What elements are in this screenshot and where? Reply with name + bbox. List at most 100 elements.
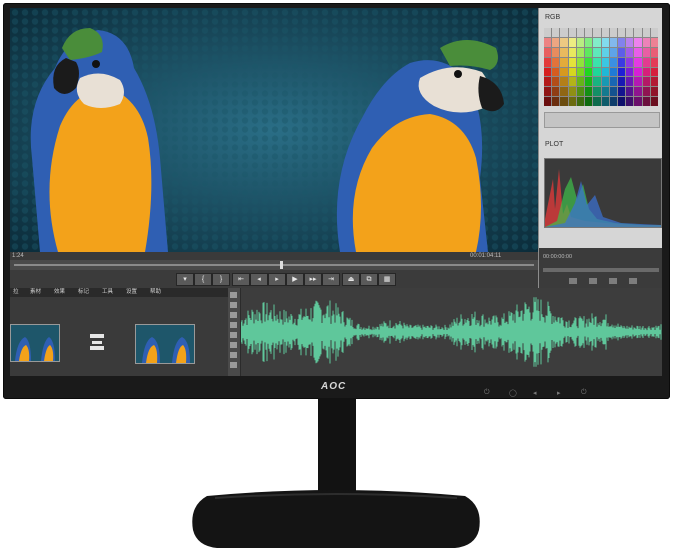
color-swatch[interactable] bbox=[634, 47, 642, 57]
scrub-track[interactable] bbox=[14, 264, 534, 266]
color-swatch[interactable] bbox=[617, 28, 626, 37]
color-swatch[interactable] bbox=[650, 77, 658, 87]
color-swatch[interactable] bbox=[650, 28, 658, 37]
playhead-handle[interactable] bbox=[280, 261, 283, 269]
color-swatch[interactable] bbox=[626, 67, 634, 77]
clip-thumbnail-2[interactable] bbox=[135, 324, 195, 364]
razor-tool-icon[interactable] bbox=[230, 302, 237, 308]
color-swatch[interactable] bbox=[593, 87, 601, 97]
color-swatch[interactable] bbox=[568, 57, 576, 67]
color-swatch[interactable] bbox=[601, 47, 609, 57]
color-swatch[interactable] bbox=[593, 57, 601, 67]
color-swatch[interactable] bbox=[626, 47, 634, 57]
color-swatch[interactable] bbox=[593, 47, 601, 57]
color-swatch[interactable] bbox=[560, 97, 568, 106]
color-swatch[interactable] bbox=[601, 28, 609, 37]
color-swatch[interactable] bbox=[544, 47, 552, 57]
color-swatch[interactable] bbox=[560, 67, 568, 77]
color-swatch[interactable] bbox=[552, 37, 560, 47]
color-swatch[interactable] bbox=[642, 57, 650, 67]
color-swatch[interactable] bbox=[609, 57, 617, 67]
color-swatch[interactable] bbox=[585, 47, 593, 57]
color-swatch[interactable] bbox=[560, 77, 568, 87]
color-swatch[interactable] bbox=[585, 87, 593, 97]
color-swatch[interactable] bbox=[576, 37, 585, 47]
color-swatch[interactable] bbox=[650, 67, 658, 77]
side-next-button[interactable] bbox=[609, 278, 617, 284]
color-swatch[interactable] bbox=[617, 67, 626, 77]
pen-tool-icon[interactable] bbox=[230, 332, 237, 338]
color-swatch[interactable] bbox=[626, 97, 634, 106]
color-swatch[interactable] bbox=[568, 28, 576, 37]
color-swatch[interactable] bbox=[642, 37, 650, 47]
toolbar-button-10[interactable]: ⏏ bbox=[342, 273, 360, 286]
menu-item-2[interactable]: 素材 bbox=[30, 288, 41, 297]
toolbar-button-1[interactable]: ▾ bbox=[176, 273, 194, 286]
color-swatch[interactable] bbox=[544, 97, 552, 106]
color-swatch[interactable] bbox=[617, 77, 626, 87]
color-swatch-grid[interactable] bbox=[544, 28, 658, 106]
color-swatch[interactable] bbox=[650, 97, 658, 106]
color-swatch[interactable] bbox=[601, 57, 609, 67]
side-end-button[interactable] bbox=[629, 278, 637, 284]
color-swatch[interactable] bbox=[642, 28, 650, 37]
color-swatch[interactable] bbox=[634, 57, 642, 67]
color-swatch[interactable] bbox=[576, 67, 585, 77]
color-swatch[interactable] bbox=[585, 28, 593, 37]
menu-item-1[interactable]: 拉 bbox=[13, 288, 19, 297]
color-swatch[interactable] bbox=[552, 77, 560, 87]
toolbar-button-9[interactable]: ⇥ bbox=[322, 273, 340, 286]
power-button-icon[interactable]: ⏻ bbox=[581, 389, 587, 397]
color-swatch[interactable] bbox=[626, 77, 634, 87]
side-prev-button[interactable] bbox=[569, 278, 577, 284]
color-swatch[interactable] bbox=[568, 97, 576, 106]
color-swatch[interactable] bbox=[634, 87, 642, 97]
color-swatch[interactable] bbox=[544, 77, 552, 87]
scrub-bar[interactable] bbox=[10, 260, 538, 270]
color-swatch[interactable] bbox=[585, 67, 593, 77]
hw-button-2[interactable]: ◯ bbox=[509, 389, 517, 397]
color-swatch[interactable] bbox=[552, 67, 560, 77]
color-swatch[interactable] bbox=[642, 47, 650, 57]
color-swatch[interactable] bbox=[634, 28, 642, 37]
color-swatch[interactable] bbox=[609, 67, 617, 77]
color-swatch[interactable] bbox=[568, 77, 576, 87]
color-swatch[interactable] bbox=[560, 47, 568, 57]
menu-item-7[interactable]: 帮助 bbox=[150, 288, 161, 297]
color-swatch[interactable] bbox=[601, 77, 609, 87]
color-swatch[interactable] bbox=[568, 67, 576, 77]
color-swatch[interactable] bbox=[552, 28, 560, 37]
hw-button-4[interactable]: ▸ bbox=[557, 389, 561, 397]
color-swatch[interactable] bbox=[552, 57, 560, 67]
hw-button-3[interactable]: ◂ bbox=[533, 389, 537, 397]
color-swatch[interactable] bbox=[544, 57, 552, 67]
color-swatch[interactable] bbox=[634, 97, 642, 106]
color-swatch[interactable] bbox=[585, 77, 593, 87]
color-swatch[interactable] bbox=[609, 28, 617, 37]
color-swatch[interactable] bbox=[560, 28, 568, 37]
hand-tool-icon[interactable] bbox=[230, 342, 237, 348]
color-swatch[interactable] bbox=[626, 37, 634, 47]
side-play-button[interactable] bbox=[589, 278, 597, 284]
toolbar-button-6[interactable]: ▸ bbox=[268, 273, 286, 286]
color-swatch[interactable] bbox=[626, 28, 634, 37]
color-swatch[interactable] bbox=[593, 77, 601, 87]
color-swatch[interactable] bbox=[609, 87, 617, 97]
menu-item-6[interactable]: 设置 bbox=[126, 288, 137, 297]
color-swatch[interactable] bbox=[544, 28, 552, 37]
color-swatch[interactable] bbox=[568, 47, 576, 57]
color-swatch[interactable] bbox=[601, 87, 609, 97]
color-swatch[interactable] bbox=[650, 87, 658, 97]
color-swatch[interactable] bbox=[585, 97, 593, 106]
color-swatch[interactable] bbox=[560, 57, 568, 67]
color-swatch[interactable] bbox=[642, 77, 650, 87]
color-swatch[interactable] bbox=[576, 87, 585, 97]
clip-placeholder-icon[interactable] bbox=[88, 332, 106, 352]
color-swatch[interactable] bbox=[634, 67, 642, 77]
color-swatch[interactable] bbox=[609, 97, 617, 106]
color-swatch[interactable] bbox=[576, 77, 585, 87]
color-swatch[interactable] bbox=[601, 97, 609, 106]
color-swatch[interactable] bbox=[576, 57, 585, 67]
toolbar-button-4[interactable]: ⇤ bbox=[232, 273, 250, 286]
select-tool-icon[interactable] bbox=[230, 292, 237, 298]
